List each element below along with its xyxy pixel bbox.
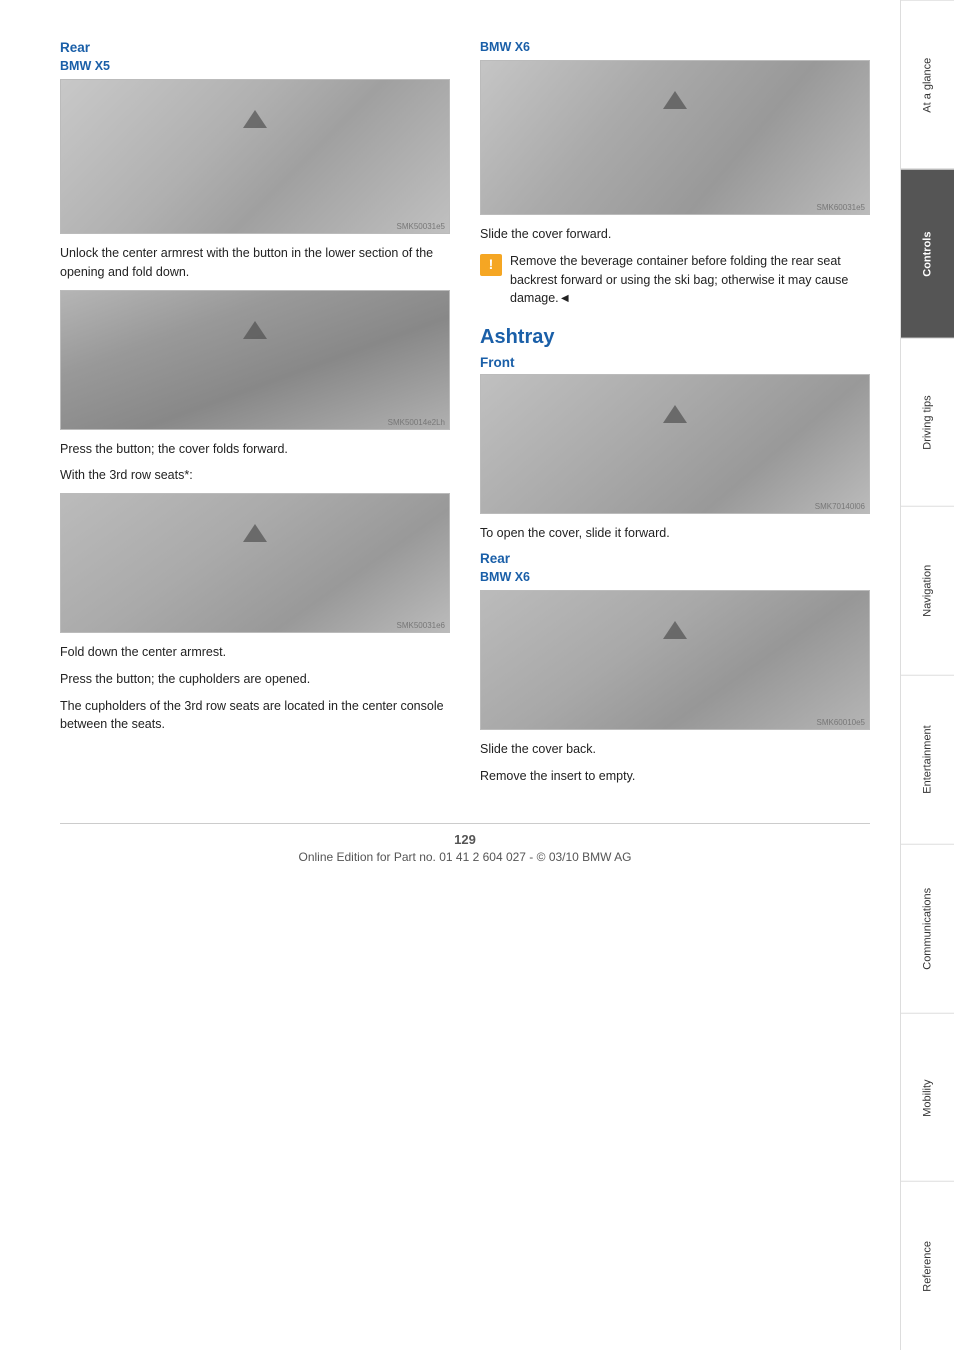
warning-box: ! Remove the beverage container before f… <box>480 252 870 308</box>
arrow-indicator-2 <box>243 321 267 339</box>
bmwx5-bot-image: SMK50031e6 <box>60 493 450 633</box>
image-watermark-3: SMK50031e6 <box>397 621 445 630</box>
arrow-indicator-3 <box>243 524 267 542</box>
footer-text: Online Edition for Part no. 01 41 2 604 … <box>298 850 631 864</box>
sidebar-tab-mobility[interactable]: Mobility <box>901 1013 954 1182</box>
ashtray-heading: Ashtray <box>480 326 870 349</box>
page-footer: 129 Online Edition for Part no. 01 41 2 … <box>60 823 870 864</box>
sidebar-tab-reference[interactable]: Reference <box>901 1181 954 1350</box>
slide-cover-back-text: Slide the cover back. <box>480 740 870 759</box>
bmwx6-top-image: SMK60031e5 <box>480 60 870 215</box>
third-row-console-text: The cupholders of the 3rd row seats are … <box>60 697 450 735</box>
open-cover-text: To open the cover, slide it forward. <box>480 524 870 543</box>
arrow-indicator-4 <box>663 91 687 109</box>
remove-insert-text: Remove the insert to empty. <box>480 767 870 786</box>
image-watermark-2: SMK50014e2Lh <box>388 418 445 427</box>
arrow-indicator-5 <box>663 405 687 423</box>
warning-icon: ! <box>480 254 502 276</box>
front-heading: Front <box>480 355 870 370</box>
bmwx5-mid-image: SMK50014e2Lh <box>60 290 450 430</box>
left-column: Rear BMW X5 SMK50031e5 Unlock the center… <box>60 40 450 793</box>
image-watermark-6: SMK60010e5 <box>817 718 865 727</box>
sidebar-tab-communications[interactable]: Communications <box>901 844 954 1013</box>
sidebar-tab-entertainment[interactable]: Entertainment <box>901 675 954 844</box>
bmwx6-rear-heading: BMW X6 <box>480 570 870 584</box>
unlock-text: Unlock the center armrest with the butto… <box>60 244 450 282</box>
sidebar-tab-controls[interactable]: Controls <box>901 169 954 338</box>
page-number: 129 <box>60 832 870 847</box>
sidebar: At a glance Controls Driving tips Naviga… <box>900 0 954 1350</box>
image-watermark: SMK50031e5 <box>397 222 445 231</box>
sidebar-tab-driving-tips[interactable]: Driving tips <box>901 338 954 507</box>
image-watermark-5: SMK70140l06 <box>815 502 865 511</box>
slide-cover-forward-text: Slide the cover forward. <box>480 225 870 244</box>
fold-down-text: Fold down the center armrest. <box>60 643 450 662</box>
third-row-text: With the 3rd row seats*: <box>60 466 450 485</box>
right-column: BMW X6 SMK60031e5 Slide the cover forwar… <box>480 40 870 793</box>
image-watermark-4: SMK60031e5 <box>817 203 865 212</box>
arrow-indicator <box>243 110 267 128</box>
bmwx6-top-heading: BMW X6 <box>480 40 870 54</box>
sidebar-tab-at-a-glance[interactable]: At a glance <box>901 0 954 169</box>
front-ashtray-image: SMK70140l06 <box>480 374 870 514</box>
cupholders-text: Press the button; the cupholders are ope… <box>60 670 450 689</box>
left-sub-heading: BMW X5 <box>60 59 450 73</box>
sidebar-tab-navigation[interactable]: Navigation <box>901 506 954 675</box>
main-content: Rear BMW X5 SMK50031e5 Unlock the center… <box>0 0 900 1350</box>
arrow-indicator-6 <box>663 621 687 639</box>
bmwx5-top-image: SMK50031e5 <box>60 79 450 234</box>
press-button-text: Press the button; the cover folds forwar… <box>60 440 450 459</box>
rear-ashtray-image: SMK60010e5 <box>480 590 870 730</box>
left-section-heading: Rear <box>60 40 450 55</box>
warning-text: Remove the beverage container before fol… <box>510 252 870 308</box>
rear-heading: Rear <box>480 551 870 566</box>
